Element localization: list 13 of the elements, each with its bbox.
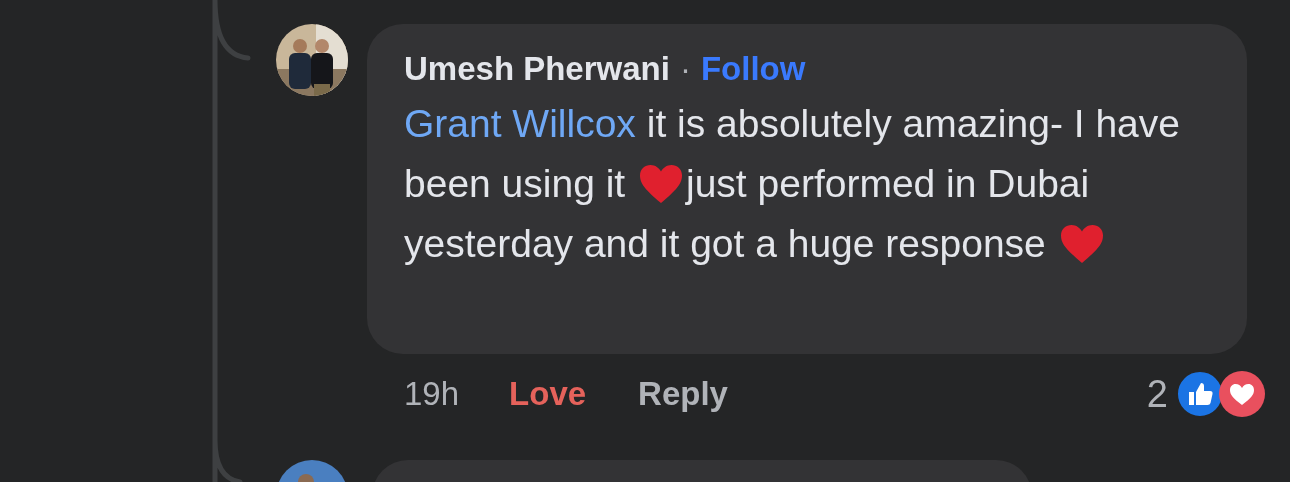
author-name[interactable]: Umesh Pherwani — [404, 50, 670, 88]
love-icon[interactable] — [1218, 370, 1266, 418]
reply-link[interactable]: Reply — [638, 375, 728, 413]
separator-dot: · — [679, 50, 691, 88]
reaction-count: 2 — [1146, 372, 1168, 416]
comment-text: Grant Willcox it is absolutely amazing- I have been using it just performed in Dubai yesterday and it got a huge response — [404, 101, 1181, 267]
timestamp: 19h — [404, 375, 460, 413]
mention-link[interactable]: Grant Willcox — [404, 102, 636, 145]
like-icon[interactable] — [1176, 370, 1224, 418]
heart-icon — [1058, 223, 1105, 265]
love-link[interactable]: Love — [509, 375, 587, 413]
heart-icon — [638, 163, 684, 205]
follow-link[interactable]: Follow — [700, 50, 806, 88]
